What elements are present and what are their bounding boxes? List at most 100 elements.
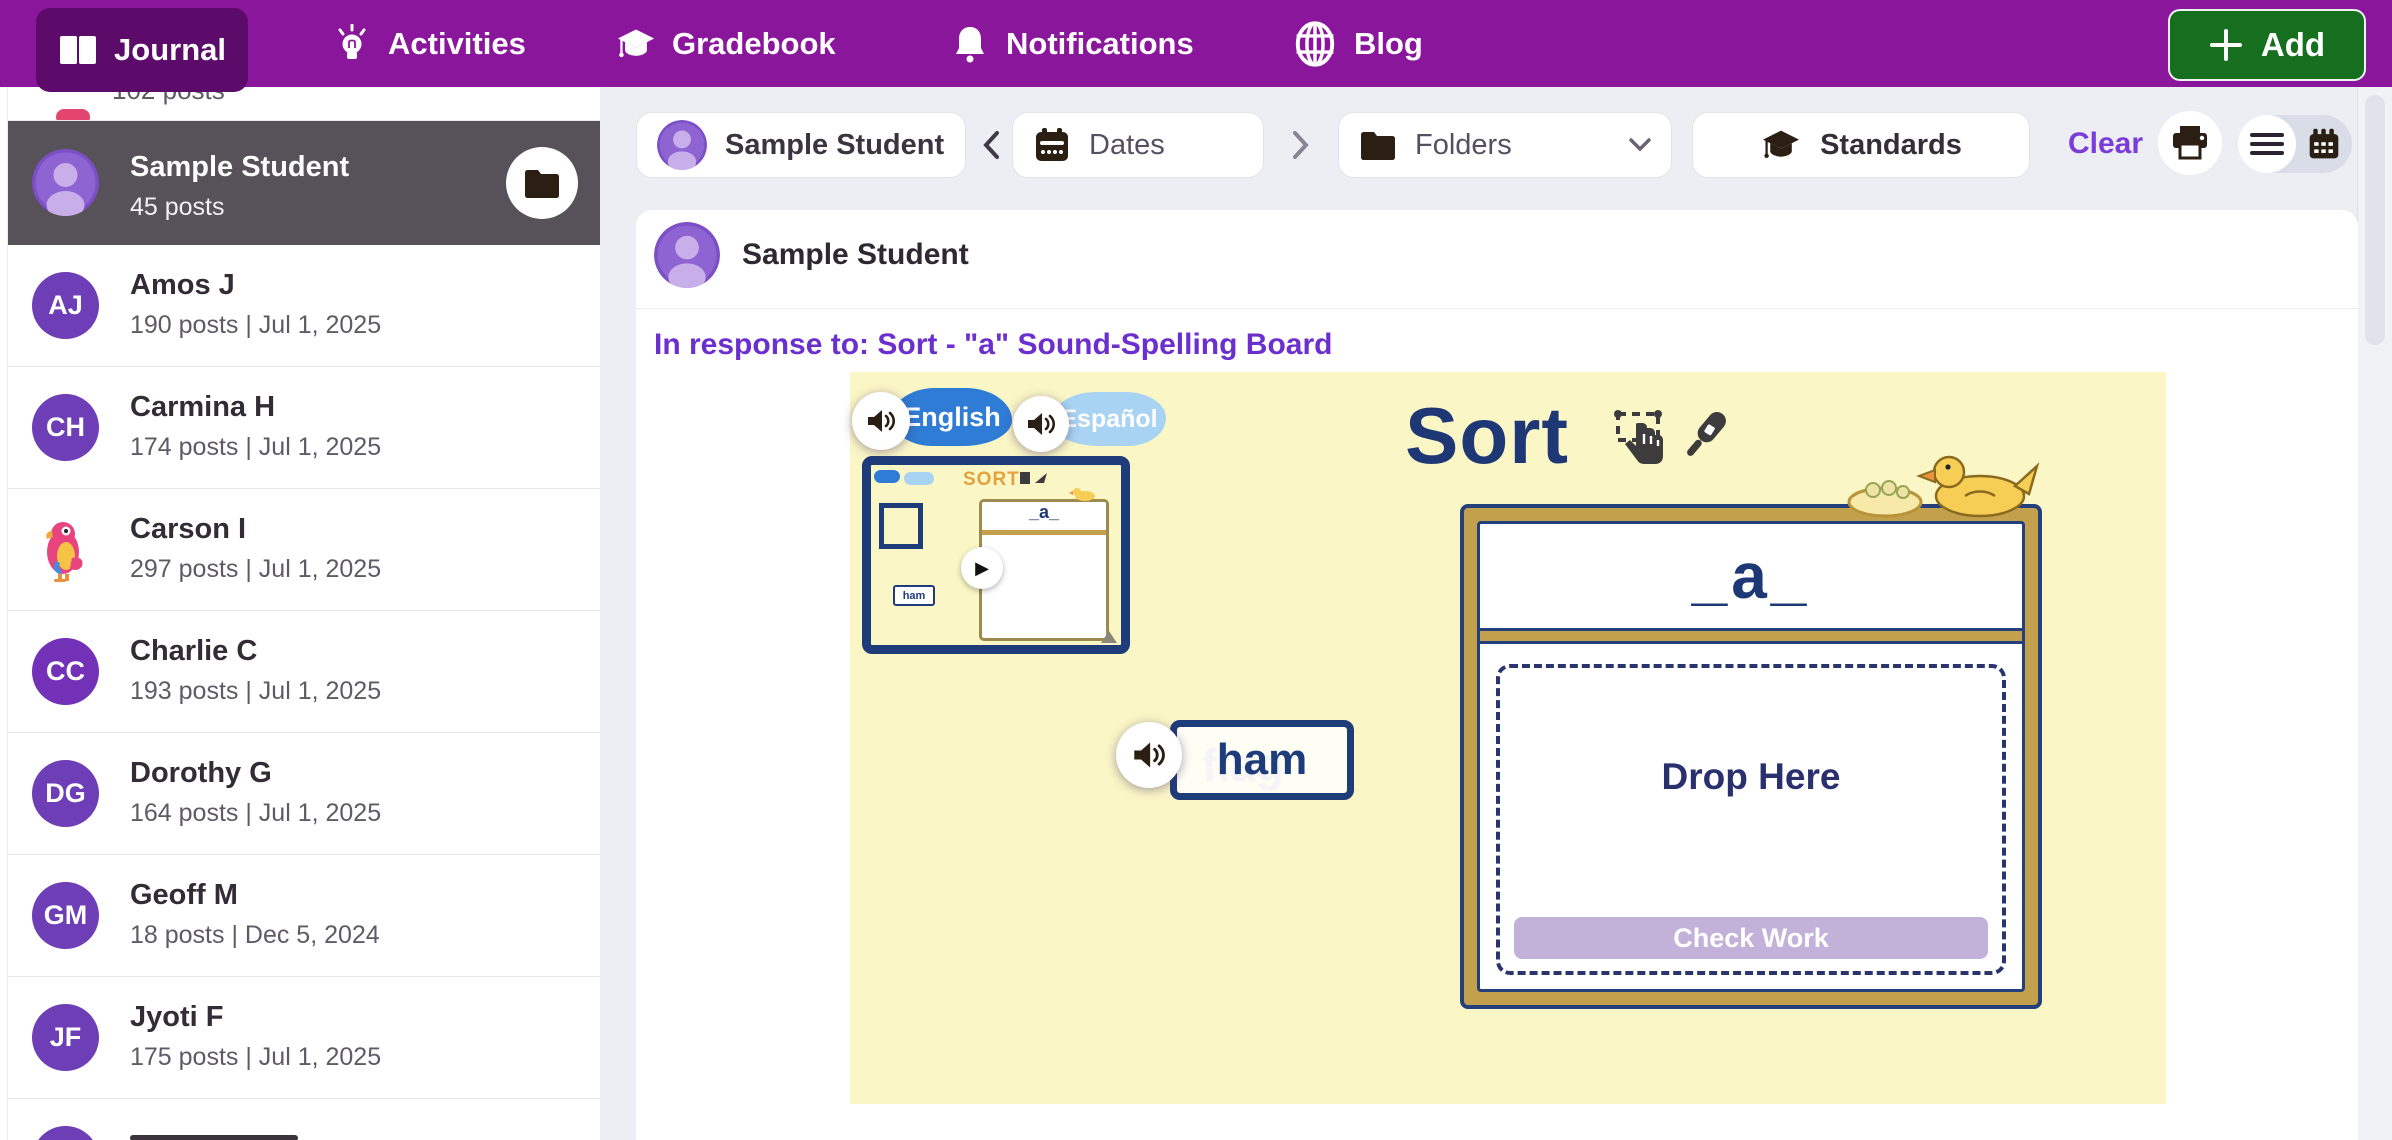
folder-button[interactable] — [506, 147, 578, 219]
activity-response-link[interactable]: In response to: Sort - "a" Sound-Spellin… — [654, 328, 1332, 362]
student-meta: 164 posts | Jul 1, 2025 — [130, 799, 381, 828]
student-meta: 174 posts | Jul 1, 2025 — [130, 433, 381, 462]
plus-icon — [2209, 28, 2243, 62]
nav-tab-label: Gradebook — [672, 26, 836, 62]
student-row-partial-bottom[interactable] — [8, 1099, 600, 1140]
avatar — [654, 222, 720, 293]
nav-tab-gradebook[interactable]: Gradebook — [616, 0, 836, 87]
prev-student-button[interactable] — [978, 125, 1004, 165]
chevron-down-icon — [1629, 138, 1651, 152]
check-work-button[interactable]: Check Work — [1514, 917, 1988, 959]
view-toggle — [2238, 115, 2352, 173]
nav-tab-activities[interactable]: Activities — [332, 0, 526, 87]
english-label: English — [903, 402, 1001, 433]
app-window: Journal Activities Gradebook — [0, 0, 2392, 1140]
student-row[interactable]: AJ Amos J 190 posts | Jul 1, 2025 — [8, 245, 600, 367]
book-icon — [58, 30, 98, 70]
avatar: CC — [32, 638, 99, 705]
student-name: Charlie C — [130, 635, 257, 668]
student-name: Jyoti F — [130, 1001, 223, 1034]
dates-filter-dropdown[interactable]: Dates — [1012, 112, 1264, 178]
espanol-audio-button[interactable] — [1013, 396, 1069, 452]
student-row[interactable]: CC Charlie C 193 posts | Jul 1, 2025 — [8, 611, 600, 733]
avatar: DG — [32, 760, 99, 827]
next-student-button[interactable] — [1288, 125, 1314, 165]
avatar — [657, 120, 707, 170]
calendar-view-button[interactable] — [2304, 126, 2344, 162]
drag-hand-icon — [1612, 410, 1670, 468]
mini-word-card: ham — [893, 585, 935, 606]
student-meta: 190 posts | Jul 1, 2025 — [130, 311, 381, 340]
student-name: Sample Student — [130, 151, 349, 184]
sidebar-scrollbar[interactable] — [0, 87, 8, 1140]
avatar: JF — [32, 1004, 99, 1071]
chevron-right-icon — [1293, 131, 1309, 159]
student-row-partial-top[interactable]: 102 posts — [8, 87, 600, 121]
word-card-ham[interactable]: ham — [1170, 720, 1354, 800]
espanol-language-button[interactable]: Español — [1052, 392, 1166, 446]
espanol-label: Español — [1060, 405, 1157, 434]
student-name: Geoff M — [130, 879, 238, 912]
add-button-label: Add — [2261, 26, 2325, 64]
board-divider — [1480, 628, 2022, 644]
student-row[interactable]: GM Geoff M 18 posts | Dec 5, 2024 — [8, 855, 600, 977]
play-button[interactable]: ▶ — [961, 547, 1003, 589]
clear-filters-link[interactable]: Clear — [2068, 127, 2143, 161]
student-row[interactable]: DG Dorothy G 164 posts | Jul 1, 2025 — [8, 733, 600, 855]
mini-espanol-cloud — [904, 472, 934, 485]
avatar — [32, 1126, 99, 1140]
student-name: Carmina H — [130, 391, 275, 424]
speaker-icon — [1132, 740, 1166, 770]
english-language-button[interactable]: English — [892, 388, 1012, 446]
main-scrollbar[interactable] — [2357, 87, 2392, 1140]
calendar-icon — [2306, 127, 2342, 161]
list-view-button[interactable] — [2238, 115, 2296, 173]
word-audio-button[interactable] — [1116, 722, 1182, 788]
student-name — [130, 1135, 298, 1140]
add-button[interactable]: Add — [2168, 9, 2366, 81]
duck-illustration — [1845, 450, 2045, 520]
speaker-icon — [1026, 411, 1056, 437]
student-meta: 175 posts | Jul 1, 2025 — [130, 1043, 381, 1072]
english-audio-button[interactable] — [852, 392, 910, 450]
student-row[interactable]: Carson I 297 posts | Jul 1, 2025 — [8, 489, 600, 611]
printer-icon — [2171, 125, 2209, 161]
student-meta: 18 posts | Dec 5, 2024 — [130, 921, 380, 950]
globe-icon — [1292, 21, 1338, 67]
student-row[interactable]: JF Jyoti F 175 posts | Jul 1, 2025 — [8, 977, 600, 1099]
student-row-selected[interactable]: Sample Student 45 posts — [8, 121, 600, 245]
mini-category-box — [879, 503, 923, 549]
student-name: Dorothy G — [130, 757, 272, 790]
lightbulb-icon — [332, 24, 372, 64]
student-name: Carson I — [130, 513, 246, 546]
board-category-label: _a_ — [1480, 524, 2022, 628]
chevron-left-icon — [983, 131, 999, 159]
folders-filter-value: Folders — [1415, 129, 1512, 162]
student-row[interactable]: CH Carmina H 174 posts | Jul 1, 2025 — [8, 367, 600, 489]
folder-icon — [1359, 129, 1397, 161]
avatar — [32, 149, 99, 221]
parrot-avatar — [32, 516, 99, 583]
nav-tab-label: Activities — [388, 26, 526, 62]
activity-embed: English Español SORT — [850, 372, 2166, 1104]
drop-zone[interactable]: Drop Here Check Work — [1496, 664, 2006, 975]
avatar: CH — [32, 394, 99, 461]
mini-board-label: _a_ — [982, 502, 1106, 523]
speaker-icon — [866, 408, 896, 434]
nav-tab-journal[interactable]: Journal — [36, 8, 248, 92]
student-filter-dropdown[interactable]: Sample Student — [636, 112, 966, 178]
standards-filter-button[interactable]: Standards — [1692, 112, 2030, 178]
student-filter-value: Sample Student — [725, 129, 944, 162]
folders-filter-dropdown[interactable]: Folders — [1338, 112, 1672, 178]
post-author: Sample Student — [742, 238, 969, 272]
drop-here-label: Drop Here — [1500, 756, 2002, 798]
instruction-video-preview[interactable]: SORT _a_ ▶ ham — [862, 456, 1130, 654]
mini-board-divider — [982, 530, 1106, 535]
mini-sort-label: SORT — [963, 469, 1020, 491]
nav-tab-blog[interactable]: Blog — [1292, 0, 1423, 87]
nav-tab-notifications[interactable]: Notifications — [950, 0, 1194, 87]
dates-filter-value: Dates — [1089, 129, 1165, 162]
main-area: Sample Student Dates — [600, 87, 2392, 1140]
print-button[interactable] — [2158, 111, 2222, 175]
graduation-cap-icon — [616, 24, 656, 64]
